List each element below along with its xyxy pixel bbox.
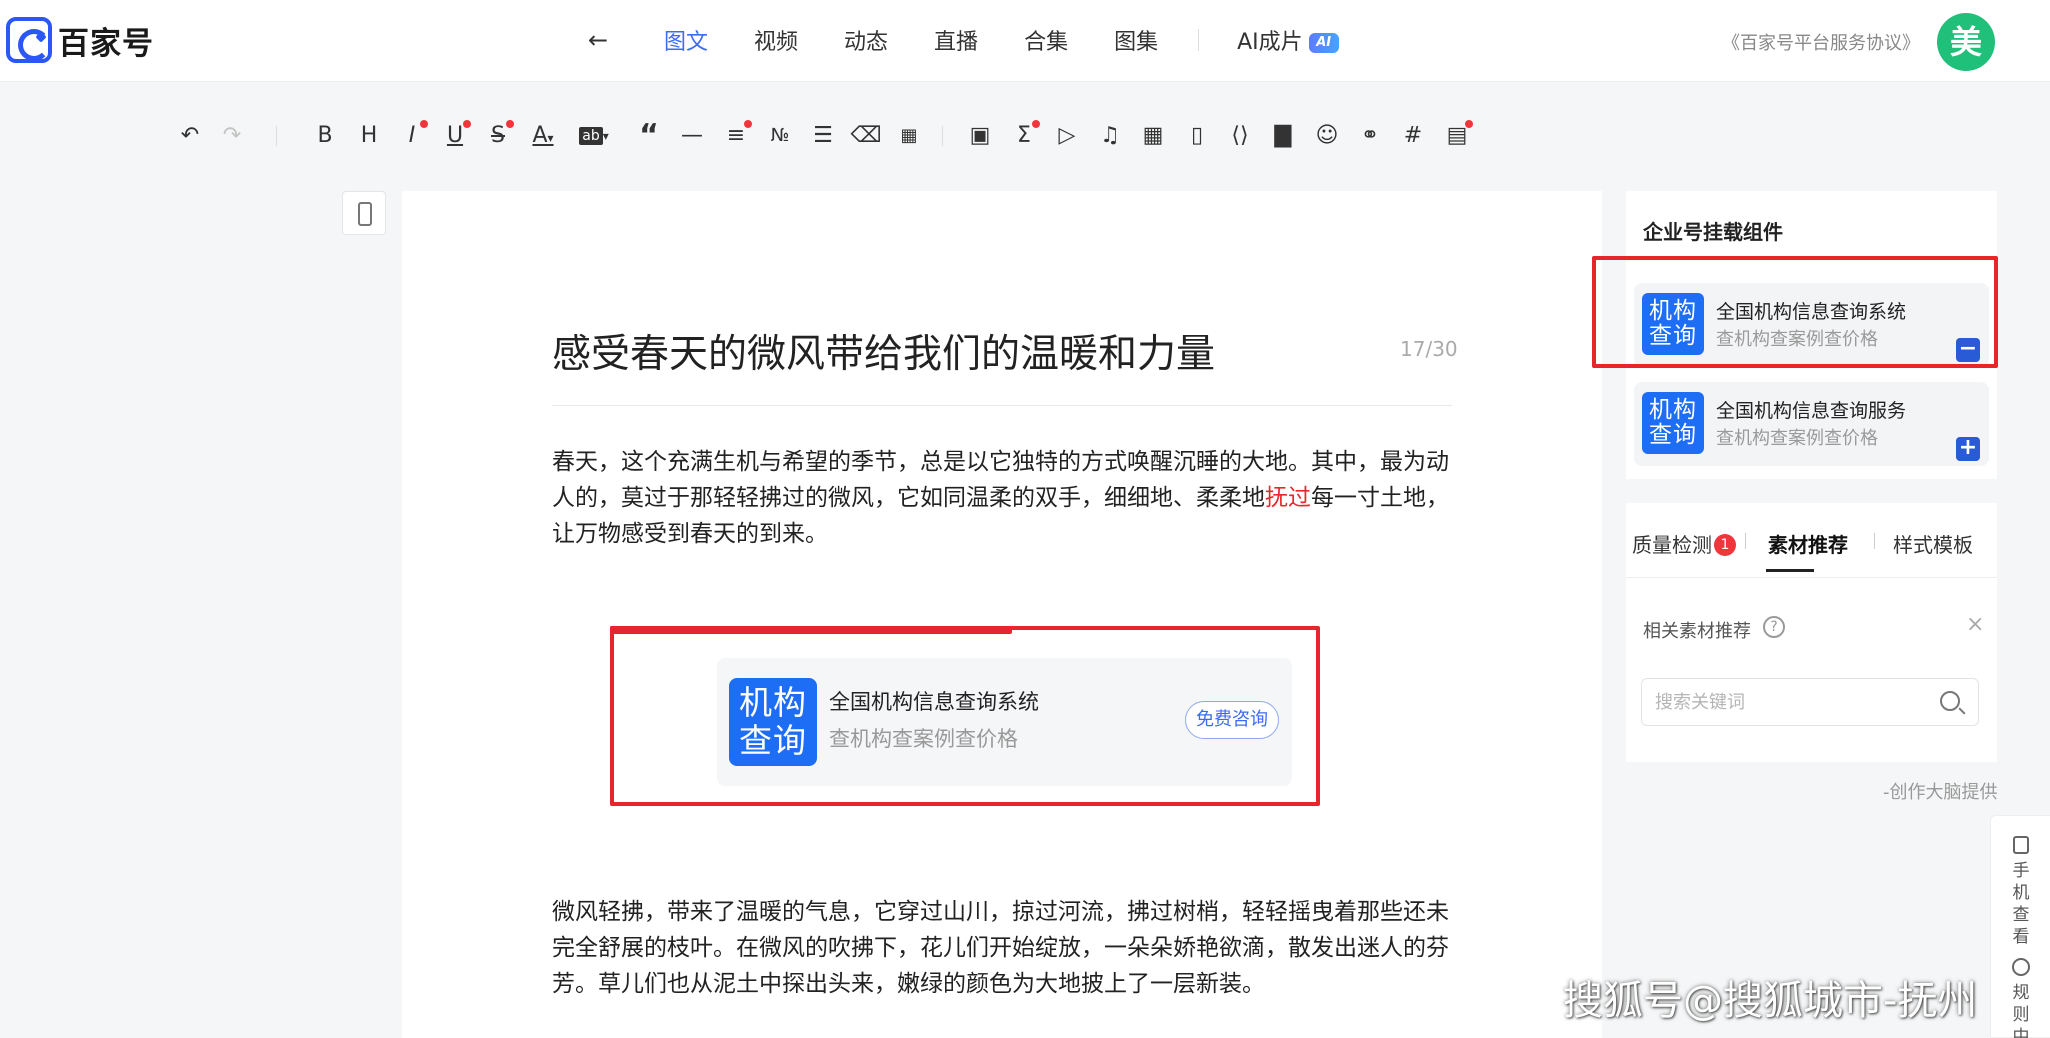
brand-name: 百家号 [58,25,154,62]
tab-divider [1874,533,1875,549]
music-icon[interactable]: ♫ [1092,118,1128,154]
rules-center-button[interactable]: 规则中心 [1991,958,2050,1038]
related-material-label: 相关素材推荐 [1643,621,1751,642]
article-editor: 感受春天的微风带给我们的温暖和力量 17/30 春天，这个充满生机与希望的季节，… [402,191,1602,1038]
user-icon[interactable]: ☺ [1309,118,1345,154]
platform-agreement-link[interactable]: 《百家号平台服务协议》 [1722,29,1920,55]
tab-article[interactable]: 图文 [664,24,708,56]
highlight-icon[interactable]: ab ▾ [576,118,612,154]
undo-icon[interactable]: ↶ [172,118,208,154]
article-paragraph-2[interactable]: 微风轻拂，带来了温暖的气息，它穿过山川，掠过河流，拂过树梢，轻轻摇曳着那些还未完… [552,894,1452,1002]
user-avatar[interactable]: 美 [1937,13,1995,71]
baijiahao-logo-icon [6,17,52,63]
content-type-tabs: 图文 视频 动态 直播 合集 图集 AI成片 AI [664,24,1385,56]
assistant-tabs: 质量检测 1 素材推荐 样式模板 [1626,503,1997,578]
divider-icon[interactable]: — [674,118,710,154]
active-tab-indicator [1766,569,1814,572]
org-query-icon: 机构 查询 [1642,392,1704,454]
table-icon[interactable]: ▦ [1135,118,1171,154]
info-icon [2012,958,2030,976]
tab-live[interactable]: 直播 [934,24,978,56]
ordered-list-icon[interactable]: № [762,118,798,154]
link-icon[interactable]: ⚭ [1352,118,1388,154]
provided-by-note: -创作大脑提供 [1883,782,1998,803]
sohu-watermark: 搜狐号@搜狐城市-抚州 [1563,978,1978,1024]
title-divider [552,405,1452,406]
ai-badge-icon: AI [1308,33,1339,53]
top-navigation-bar: 百家号 ← 图文 视频 动态 直播 合集 图集 AI成片 AI 《百家号平台服务协… [0,0,2050,82]
tab-collection[interactable]: 合集 [1024,24,1068,56]
baijiahao-logo[interactable]: 百家号 [6,16,154,64]
phone-preview-label: 手机查看 [2012,861,2030,947]
tab-ai-video[interactable]: AI成片 AI [1237,24,1339,56]
widget-panel-title: 企业号挂载组件 [1643,220,1783,244]
nav-divider [1198,29,1200,51]
tab-gallery[interactable]: 图集 [1114,24,1158,56]
hashtag-icon[interactable]: # [1395,118,1431,154]
document-icon[interactable]: ▤ [1439,118,1475,154]
heading-icon[interactable]: H [351,118,387,154]
widget-item[interactable]: 机构 查询 全国机构信息查询服务 查机构查案例查价格 + [1634,382,1989,466]
back-arrow-icon[interactable]: ← [588,26,608,54]
toolbar-divider [942,126,943,146]
tab-style-template[interactable]: 样式模板 [1893,529,1973,558]
widget-item-desc: 查机构查案例查价格 [1716,428,1878,449]
article-title-input[interactable]: 感受春天的微风带给我们的温暖和力量 [552,323,1215,379]
search-icon[interactable] [1940,691,1960,711]
chart-icon[interactable]: ▇ [1265,118,1301,154]
mobile-preview-toggle[interactable] [342,191,386,235]
add-widget-button[interactable]: + [1956,437,1980,461]
assistant-panel: 质量检测 1 素材推荐 样式模板 相关素材推荐 ? × [1626,503,1997,762]
help-icon[interactable]: ? [1763,616,1785,638]
image-icon[interactable]: ▣ [962,118,998,154]
tab-video[interactable]: 视频 [754,24,798,56]
phone-icon [2013,836,2029,854]
quote-icon[interactable]: “ [631,118,667,154]
unordered-list-icon[interactable]: ☰ [805,118,841,154]
quality-count-badge: 1 [1714,534,1736,556]
strikethrough-icon[interactable]: S [480,118,516,154]
close-icon[interactable]: × [1966,612,1984,637]
floating-side-tools: 手机查看 规则中心 [1990,815,2050,1038]
formula-icon[interactable]: Σ [1006,118,1042,154]
title-char-counter: 17/30 [1400,337,1458,361]
annotation-highlight-widget [1592,256,1998,368]
tab-dynamic[interactable]: 动态 [844,24,888,56]
ai-video-label: AI成片 [1237,30,1303,55]
tab-quality-check[interactable]: 质量检测 1 [1632,529,1736,558]
video-icon[interactable]: ▷ [1049,118,1085,154]
code-icon[interactable]: ⟨⟩ [1222,118,1258,154]
material-search-box [1641,678,1979,726]
tab-divider [1745,533,1746,549]
toolbar-divider [276,126,277,146]
align-icon[interactable]: ≡ [718,118,754,154]
widget-item-name: 全国机构信息查询服务 [1716,400,1907,422]
underline-icon[interactable]: U [437,118,473,154]
bookmark-icon[interactable]: ▯ [1179,118,1215,154]
tab-material-recommend[interactable]: 素材推荐 [1768,529,1848,558]
format-icon[interactable]: ▦ [891,118,927,154]
eraser-icon[interactable]: ⌫ [848,118,884,154]
paragraph-1-highlight: 抚过 [1265,485,1311,511]
article-paragraph-1[interactable]: 春天，这个充满生机与希望的季节，总是以它独特的方式唤醒沉睡的大地。其中，最为动人… [552,444,1452,552]
rules-center-label: 规则中心 [2012,983,2030,1038]
bold-icon[interactable]: B [307,118,343,154]
italic-icon[interactable]: I [394,118,430,154]
material-search-input[interactable] [1642,679,1922,725]
redo-icon[interactable]: ↷ [214,118,250,154]
phone-preview-button[interactable]: 手机查看 [1991,836,2050,948]
annotation-highlight-embed [610,626,1320,806]
phone-icon [358,202,372,226]
font-color-icon[interactable]: A▾ [525,118,561,154]
